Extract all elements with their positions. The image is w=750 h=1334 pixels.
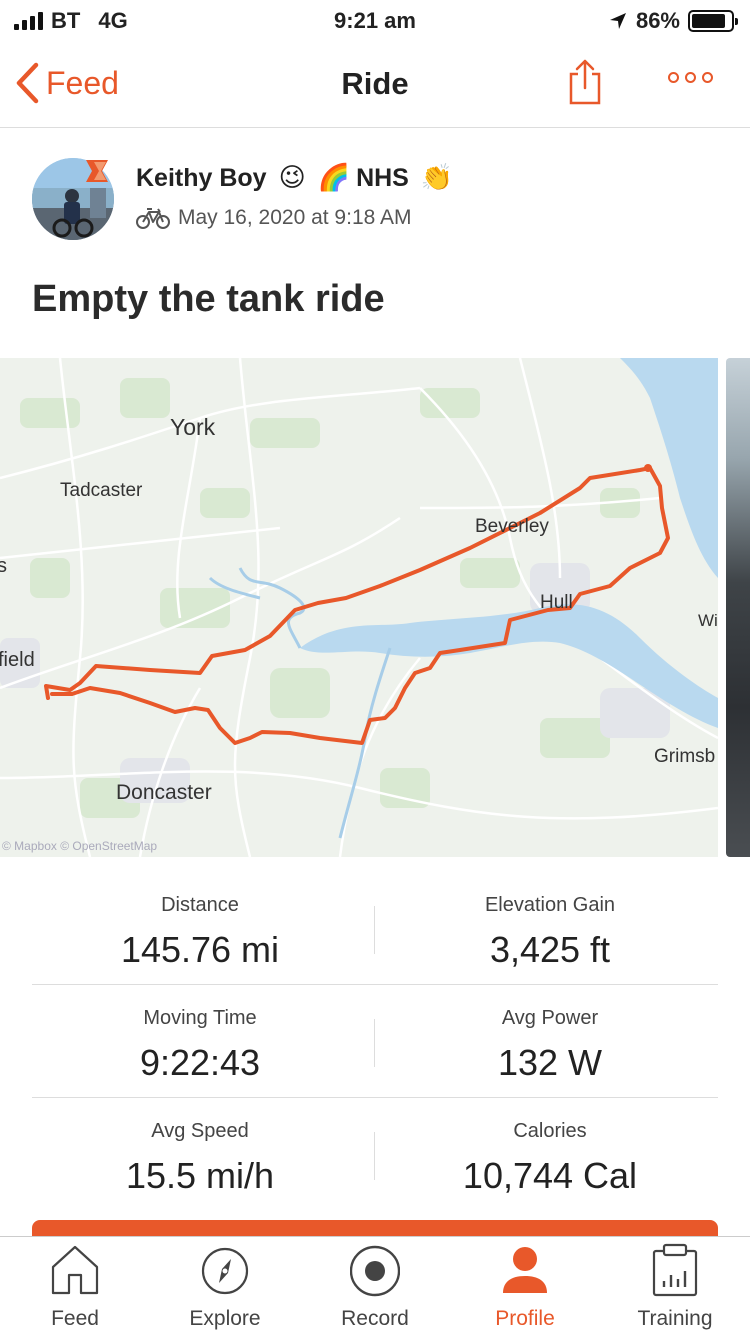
battery-percent: 86%	[635, 8, 680, 33]
training-icon	[652, 1243, 698, 1297]
photo-thumbnail[interactable]	[726, 358, 750, 857]
share-icon	[569, 59, 601, 105]
stat-label: Calories	[513, 1120, 587, 1142]
athlete-name[interactable]: Keithy Boy 😉 🌈 NHS 👏	[136, 163, 453, 193]
map-attribution: © Mapbox © OpenStreetMap	[2, 839, 157, 853]
stat-value: 3,425 ft	[489, 929, 611, 970]
wink-emoji: 😉	[278, 163, 306, 193]
column-divider	[374, 1019, 375, 1067]
home-icon	[51, 1245, 99, 1295]
page-title: Ride	[341, 66, 409, 101]
clap-emoji: 👏	[420, 163, 454, 193]
tab-bar: Feed Explore Record Profile Training	[0, 1236, 750, 1334]
stat-distance: Distance 145.76 mi	[30, 894, 370, 971]
activity-meta: May 16, 2020 at 9:18 AM	[136, 206, 411, 230]
bike-icon	[136, 208, 170, 229]
map-label-doncaster: Doncaster	[116, 781, 212, 804]
stat-value: 145.76 mi	[120, 929, 280, 970]
stat-label: Elevation Gain	[484, 894, 616, 916]
activity-title: Empty the tank ride	[32, 278, 385, 320]
map-label-york: York	[170, 414, 216, 440]
stat-avg-power: Avg Power 132 W	[380, 1007, 720, 1084]
stat-avg-speed: Avg Speed 15.5 mi/h	[30, 1120, 370, 1197]
status-bar: BT 4G 9:21 am 86%	[0, 0, 750, 40]
tab-label: Profile	[495, 1307, 555, 1330]
stat-value: 15.5 mi/h	[125, 1155, 275, 1196]
stat-calories: Calories 10,744 Cal	[380, 1120, 720, 1197]
battery-icon	[688, 10, 738, 32]
tab-label: Explore	[189, 1307, 261, 1330]
tab-training[interactable]: Training	[600, 1237, 750, 1334]
row-divider	[32, 1097, 718, 1098]
stat-value: 10,744 Cal	[462, 1155, 638, 1196]
map-label-grimsby: Grimsb	[654, 746, 715, 767]
map-label-s: s	[0, 555, 7, 577]
navigation-bar: Feed Ride	[0, 40, 750, 128]
column-divider	[374, 906, 375, 954]
stat-value: 132 W	[497, 1042, 603, 1083]
more-icon	[668, 72, 679, 83]
location-arrow-icon	[609, 13, 626, 29]
stat-label: Moving Time	[143, 1007, 257, 1029]
stat-label: Distance	[161, 894, 239, 916]
record-icon	[350, 1245, 400, 1297]
stat-label: Avg Power	[501, 1007, 599, 1029]
tab-label: Record	[341, 1307, 409, 1330]
column-divider	[374, 1132, 375, 1180]
athlete-name-text: Keithy Boy	[136, 163, 267, 192]
map-label-beverley: Beverley	[475, 516, 549, 537]
row-divider	[32, 984, 718, 985]
rainbow-emoji: 🌈	[317, 163, 351, 193]
tab-label: Feed	[51, 1307, 99, 1330]
tab-record[interactable]: Record	[300, 1237, 450, 1334]
share-button[interactable]	[566, 58, 604, 111]
stat-value: 9:22:43	[139, 1042, 261, 1083]
badge-icon	[86, 160, 108, 182]
map-label-tadcaster: Tadcaster	[60, 480, 143, 501]
profile-icon	[503, 1247, 547, 1293]
tab-profile[interactable]: Profile	[450, 1237, 600, 1334]
route-map[interactable]: York Tadcaster Beverley Hull Wi s field …	[0, 358, 718, 857]
stat-label: Avg Speed	[151, 1120, 249, 1142]
compass-icon	[201, 1247, 249, 1295]
more-button[interactable]	[668, 72, 713, 83]
stat-elevation-gain: Elevation Gain 3,425 ft	[380, 894, 720, 971]
tab-explore[interactable]: Explore	[150, 1237, 300, 1334]
status-right: 86%	[608, 8, 738, 34]
map-label-field: field	[0, 649, 35, 671]
stat-moving-time: Moving Time 9:22:43	[30, 1007, 370, 1084]
tab-label: Training	[637, 1307, 713, 1330]
map-label-wi: Wi	[698, 611, 718, 630]
athlete-name-suffix: NHS	[356, 163, 409, 192]
tab-feed[interactable]: Feed	[0, 1237, 150, 1334]
activity-date: May 16, 2020 at 9:18 AM	[178, 206, 412, 229]
map-label-hull: Hull	[540, 592, 573, 613]
